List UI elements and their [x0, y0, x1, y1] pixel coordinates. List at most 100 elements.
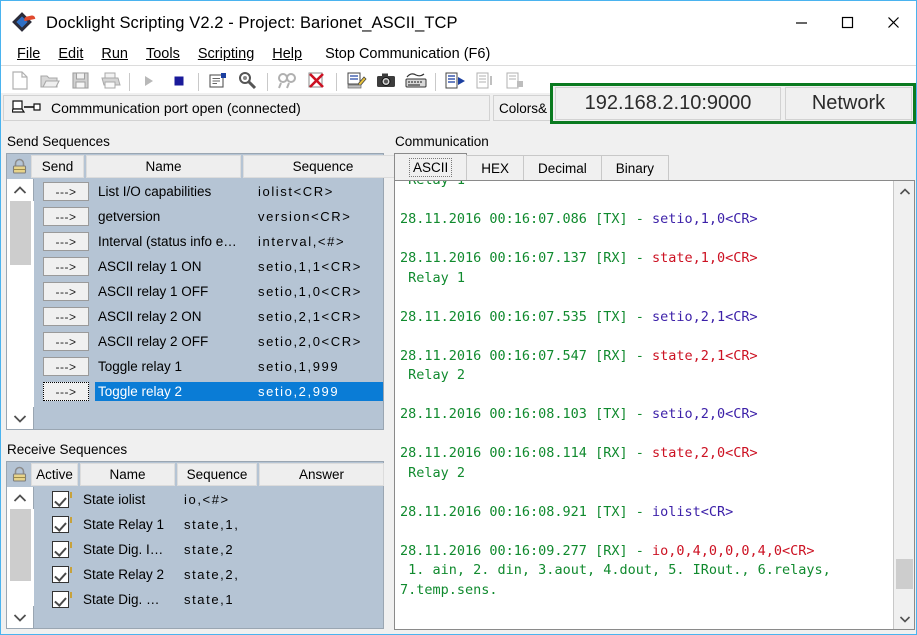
project-settings-icon[interactable]: [203, 67, 233, 95]
send-sequence-button[interactable]: --->: [43, 332, 89, 351]
send-sequences-scrollbar[interactable]: [6, 179, 34, 429]
communication-log-scrollbar[interactable]: [893, 181, 914, 629]
tab-hex[interactable]: HEX: [466, 155, 525, 181]
menu-scripting[interactable]: Scripting: [189, 45, 263, 63]
sequence-name-cell[interactable]: Toggle relay 1: [95, 357, 254, 376]
menu-stop-communication[interactable]: Stop Communication (F6): [311, 45, 499, 63]
active-checkbox-cell[interactable]: [40, 541, 80, 558]
send-sequence-icon[interactable]: [440, 67, 470, 95]
scroll-down-arrow-icon[interactable]: [7, 407, 34, 429]
send-sequence-button[interactable]: --->: [43, 207, 89, 226]
menu-edit[interactable]: Edit: [49, 45, 92, 63]
table-row[interactable]: State Dig. … state,1: [34, 587, 383, 612]
sequence-name-cell[interactable]: Interval (status info e…: [95, 232, 254, 251]
table-row[interactable]: ---> ASCII relay 2 OFF setio,2,0<CR>: [34, 329, 383, 354]
paste-icon[interactable]: [500, 67, 530, 95]
close-button[interactable]: [870, 1, 916, 43]
table-row[interactable]: State iolist io,<#>: [34, 487, 383, 512]
table-row[interactable]: ---> List I/O capabilities iolist<CR>: [34, 179, 383, 204]
table-row[interactable]: ---> ASCII relay 1 ON setio,1,1<CR>: [34, 254, 383, 279]
edit-sequence-icon[interactable]: [341, 67, 371, 95]
active-checkbox-cell[interactable]: [40, 566, 80, 583]
keyboard-console-icon[interactable]: [401, 67, 431, 95]
sequence-value-cell[interactable]: iolist<CR>: [254, 182, 383, 201]
send-sequence-button[interactable]: --->: [43, 257, 89, 276]
table-row[interactable]: ---> ASCII relay 1 OFF setio,1,0<CR>: [34, 279, 383, 304]
sequence-name-cell[interactable]: ASCII relay 1 OFF: [95, 282, 254, 301]
table-row[interactable]: ---> Toggle relay 2 setio,2,999: [34, 379, 383, 404]
communication-scroll-thumb[interactable]: [896, 559, 913, 589]
send-sequence-button[interactable]: --->: [43, 382, 89, 401]
receive-column-header-active[interactable]: Active: [31, 463, 78, 486]
maximize-button[interactable]: [824, 1, 870, 43]
send-scroll-thumb[interactable]: [9, 201, 31, 265]
menu-file[interactable]: File: [8, 45, 49, 63]
sequence-value-cell[interactable]: version<CR>: [254, 207, 383, 226]
scroll-up-arrow-icon[interactable]: [7, 179, 34, 201]
copy-icon[interactable]: [470, 67, 500, 95]
receive-column-header-answer[interactable]: Answer: [259, 463, 384, 486]
tab-ascii[interactable]: ASCII: [394, 153, 468, 181]
checkmark-icon[interactable]: [51, 566, 72, 583]
send-column-header-sequence[interactable]: Sequence: [243, 155, 403, 178]
receive-sequence-cell[interactable]: state,1: [180, 590, 270, 609]
receive-sequence-cell[interactable]: io,<#>: [180, 490, 270, 509]
receive-sequence-cell[interactable]: state,2: [180, 540, 270, 559]
receive-name-cell[interactable]: State Relay 1: [80, 515, 180, 534]
scroll-up-arrow-icon[interactable]: [7, 487, 34, 509]
table-row[interactable]: ---> getversion version<CR>: [34, 204, 383, 229]
checkmark-icon[interactable]: [51, 491, 72, 508]
receive-answer-cell[interactable]: [270, 540, 380, 559]
sequence-value-cell[interactable]: setio,1,1<CR>: [254, 257, 383, 276]
receive-name-cell[interactable]: State Dig. I…: [80, 540, 180, 559]
stop-communication-icon[interactable]: [164, 67, 194, 95]
lock-icon[interactable]: [7, 155, 31, 179]
clear-communication-icon[interactable]: [302, 67, 332, 95]
snapshot-icon[interactable]: [371, 67, 401, 95]
receive-scroll-track[interactable]: [6, 509, 34, 606]
table-row[interactable]: ---> Interval (status info e… interval,<#>: [34, 229, 383, 254]
receive-sequence-cell[interactable]: state,1,: [180, 515, 270, 534]
send-sequence-button[interactable]: --->: [43, 282, 89, 301]
checkmark-icon[interactable]: [51, 516, 72, 533]
sequence-name-cell[interactable]: ASCII relay 2 OFF: [95, 332, 254, 351]
sequence-value-cell[interactable]: setio,2,1<CR>: [254, 307, 383, 326]
tab-decimal[interactable]: Decimal: [523, 155, 602, 181]
sequence-value-cell[interactable]: interval,<#>: [254, 232, 383, 251]
checkmark-icon[interactable]: [51, 541, 72, 558]
sequence-value-cell[interactable]: setio,2,0<CR>: [254, 332, 383, 351]
sequence-name-cell[interactable]: Toggle relay 2: [95, 382, 254, 401]
tab-binary[interactable]: Binary: [600, 155, 670, 181]
menu-help[interactable]: Help: [263, 45, 311, 63]
channel-type-field[interactable]: Network: [785, 87, 912, 120]
receive-column-header-name[interactable]: Name: [80, 463, 175, 486]
send-column-header-name[interactable]: Name: [86, 155, 241, 178]
open-project-icon[interactable]: [35, 67, 65, 95]
sequence-name-cell[interactable]: getversion: [95, 207, 254, 226]
print-icon[interactable]: [95, 67, 125, 95]
table-row[interactable]: State Relay 2 state,2,: [34, 562, 383, 587]
send-sequence-button[interactable]: --->: [43, 357, 89, 376]
sequence-value-cell[interactable]: setio,2,999: [254, 382, 383, 401]
communication-settings-icon[interactable]: [233, 67, 263, 95]
new-project-icon[interactable]: [5, 67, 35, 95]
lock-icon[interactable]: [7, 463, 31, 487]
start-communication-icon[interactable]: [134, 67, 164, 95]
receive-name-cell[interactable]: State iolist: [80, 490, 180, 509]
receive-answer-cell[interactable]: [270, 490, 380, 509]
sequence-value-cell[interactable]: setio,1,999: [254, 357, 383, 376]
receive-answer-cell[interactable]: [270, 515, 380, 534]
send-sequence-button[interactable]: --->: [43, 307, 89, 326]
table-row[interactable]: ---> ASCII relay 2 ON setio,2,1<CR>: [34, 304, 383, 329]
send-column-header-send[interactable]: Send: [31, 155, 84, 178]
receive-scroll-thumb[interactable]: [9, 509, 31, 581]
active-checkbox-cell[interactable]: [40, 491, 80, 508]
minimize-button[interactable]: [778, 1, 824, 43]
table-row[interactable]: State Relay 1 state,1,: [34, 512, 383, 537]
sequence-name-cell[interactable]: ASCII relay 1 ON: [95, 257, 254, 276]
sequence-value-cell[interactable]: setio,1,0<CR>: [254, 282, 383, 301]
send-sequence-button[interactable]: --->: [43, 182, 89, 201]
scroll-up-arrow-icon[interactable]: [894, 181, 914, 202]
active-checkbox-cell[interactable]: [40, 591, 80, 608]
receive-answer-cell[interactable]: [270, 565, 380, 584]
